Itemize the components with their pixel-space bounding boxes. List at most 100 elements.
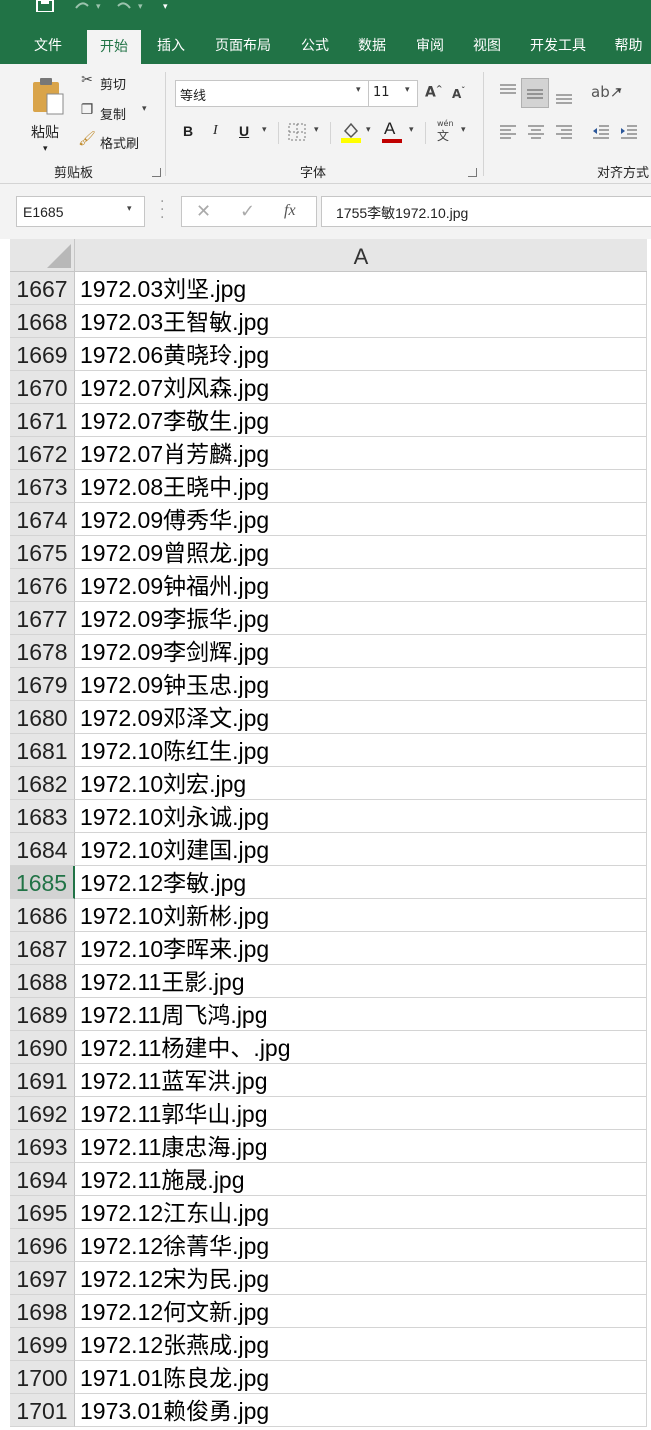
cell-a[interactable]: 1972.10陈红生.jpg: [75, 734, 647, 767]
align-right-icon[interactable]: [555, 125, 573, 139]
row-header[interactable]: 1696: [10, 1229, 75, 1262]
row-header[interactable]: 1689: [10, 998, 75, 1031]
row-header[interactable]: 1687: [10, 932, 75, 965]
cell-a[interactable]: 1972.08王晓中.jpg: [75, 470, 647, 503]
cell-a[interactable]: 1972.11王影.jpg: [75, 965, 647, 998]
row-header[interactable]: 1692: [10, 1097, 75, 1130]
cut-icon[interactable]: ✂: [78, 72, 96, 88]
cell-a[interactable]: 1972.09曾照龙.jpg: [75, 536, 647, 569]
cell-a[interactable]: 1973.01赖俊勇.jpg: [75, 1394, 647, 1427]
cell-a[interactable]: 1972.12李敏.jpg: [75, 866, 647, 899]
cell-a[interactable]: 1972.10李晖来.jpg: [75, 932, 647, 965]
borders-dropdown-icon[interactable]: ▾: [314, 125, 319, 135]
font-size-dropdown-icon[interactable]: ▾: [405, 85, 410, 95]
orientation-dropdown-icon[interactable]: ▾: [617, 86, 622, 96]
row-header[interactable]: 1674: [10, 503, 75, 536]
phonetic-guide-icon[interactable]: 文: [437, 127, 449, 144]
cell-a[interactable]: 1972.11杨建中、.jpg: [75, 1031, 647, 1064]
cell-a[interactable]: 1972.11蓝军洪.jpg: [75, 1064, 647, 1097]
align-center-icon[interactable]: [527, 125, 545, 139]
name-box-dropdown-icon[interactable]: ▾: [127, 204, 132, 214]
cell-a[interactable]: 1972.12张燕成.jpg: [75, 1328, 647, 1361]
font-size-combobox[interactable]: 11 ▾: [368, 80, 418, 107]
increase-indent-icon[interactable]: [620, 125, 638, 139]
undo-icon[interactable]: [72, 0, 92, 12]
row-header[interactable]: 1693: [10, 1130, 75, 1163]
row-header[interactable]: 1680: [10, 701, 75, 734]
row-header[interactable]: 1684: [10, 833, 75, 866]
cell-a[interactable]: 1972.10刘永诚.jpg: [75, 800, 647, 833]
align-left-icon[interactable]: [499, 125, 517, 139]
copy-icon[interactable]: ❐: [78, 102, 96, 118]
bottom-align-icon[interactable]: [555, 90, 573, 104]
font-color-dropdown-icon[interactable]: ▾: [409, 125, 414, 135]
cell-a[interactable]: 1972.06黄晓玲.jpg: [75, 338, 647, 371]
row-header[interactable]: 1683: [10, 800, 75, 833]
redo-dropdown-icon[interactable]: ▾: [138, 0, 146, 12]
row-header[interactable]: 1670: [10, 371, 75, 404]
row-header[interactable]: 1685: [10, 866, 75, 899]
row-header[interactable]: 1679: [10, 668, 75, 701]
tab-file[interactable]: 文件: [22, 28, 74, 64]
row-header[interactable]: 1668: [10, 305, 75, 338]
row-header[interactable]: 1682: [10, 767, 75, 800]
cell-a[interactable]: 1972.10刘宏.jpg: [75, 767, 647, 800]
font-dialog-launcher-icon[interactable]: [468, 168, 477, 177]
row-header[interactable]: 1667: [10, 272, 75, 305]
cell-a[interactable]: 1972.11郭华山.jpg: [75, 1097, 647, 1130]
bold-button[interactable]: B: [183, 123, 193, 139]
customize-toolbar-icon[interactable]: ▾: [163, 0, 173, 12]
insert-function-icon[interactable]: fx: [284, 202, 296, 220]
cell-a[interactable]: 1972.09李剑辉.jpg: [75, 635, 647, 668]
cell-a[interactable]: 1972.07刘风森.jpg: [75, 371, 647, 404]
row-header[interactable]: 1686: [10, 899, 75, 932]
enter-icon[interactable]: ✓: [240, 201, 255, 222]
select-all-button[interactable]: [10, 239, 75, 272]
cell-a[interactable]: 1972.03王智敏.jpg: [75, 305, 647, 338]
decrease-indent-icon[interactable]: [592, 125, 610, 139]
row-header[interactable]: 1671: [10, 404, 75, 437]
tab-insert[interactable]: 插入: [146, 28, 196, 64]
row-header[interactable]: 1691: [10, 1064, 75, 1097]
cell-a[interactable]: 1971.01陈良龙.jpg: [75, 1361, 647, 1394]
paste-button[interactable]: 粘贴 ▾: [25, 72, 69, 154]
cell-a[interactable]: 1972.07李敬生.jpg: [75, 404, 647, 437]
phonetic-guide-dropdown-icon[interactable]: ▾: [461, 125, 466, 135]
cell-a[interactable]: 1972.12徐菁华.jpg: [75, 1229, 647, 1262]
row-header[interactable]: 1672: [10, 437, 75, 470]
font-name-dropdown-icon[interactable]: ▾: [356, 85, 361, 95]
top-align-icon[interactable]: [499, 84, 517, 98]
cell-a[interactable]: 1972.07肖芳麟.jpg: [75, 437, 647, 470]
cell-a[interactable]: 1972.12何文新.jpg: [75, 1295, 647, 1328]
cell-a[interactable]: 1972.09钟福州.jpg: [75, 569, 647, 602]
fill-color-icon[interactable]: [340, 121, 362, 143]
row-header[interactable]: 1699: [10, 1328, 75, 1361]
cell-a[interactable]: 1972.11周飞鸿.jpg: [75, 998, 647, 1031]
tab-data[interactable]: 数据: [347, 28, 397, 64]
undo-dropdown-icon[interactable]: ▾: [96, 0, 104, 12]
save-icon[interactable]: [36, 0, 54, 13]
font-color-icon[interactable]: A: [384, 119, 395, 139]
cut-button[interactable]: 剪切: [100, 74, 126, 93]
decrease-font-size-icon[interactable]: Aˇ: [452, 86, 465, 101]
formula-input[interactable]: 1755李敏1972.10.jpg: [321, 196, 651, 227]
column-header-a[interactable]: A: [75, 239, 647, 272]
cell-a[interactable]: 1972.10刘建国.jpg: [75, 833, 647, 866]
increase-font-size-icon[interactable]: A^: [425, 84, 443, 101]
row-header[interactable]: 1673: [10, 470, 75, 503]
cell-a[interactable]: 1972.03刘坚.jpg: [75, 272, 647, 305]
underline-button[interactable]: U: [239, 123, 249, 139]
middle-align-button[interactable]: [521, 78, 549, 108]
row-header[interactable]: 1678: [10, 635, 75, 668]
copy-button[interactable]: 复制: [100, 104, 126, 123]
borders-icon[interactable]: [288, 123, 306, 141]
cell-a[interactable]: 1972.11施晟.jpg: [75, 1163, 647, 1196]
row-header[interactable]: 1676: [10, 569, 75, 602]
paste-dropdown-icon[interactable]: ▾: [43, 144, 48, 154]
tab-review[interactable]: 审阅: [405, 28, 455, 64]
format-painter-icon[interactable]: 🖌: [78, 131, 96, 147]
cell-a[interactable]: 1972.11康忠海.jpg: [75, 1130, 647, 1163]
row-header[interactable]: 1697: [10, 1262, 75, 1295]
row-header[interactable]: 1698: [10, 1295, 75, 1328]
tab-help[interactable]: 帮助: [606, 28, 651, 64]
